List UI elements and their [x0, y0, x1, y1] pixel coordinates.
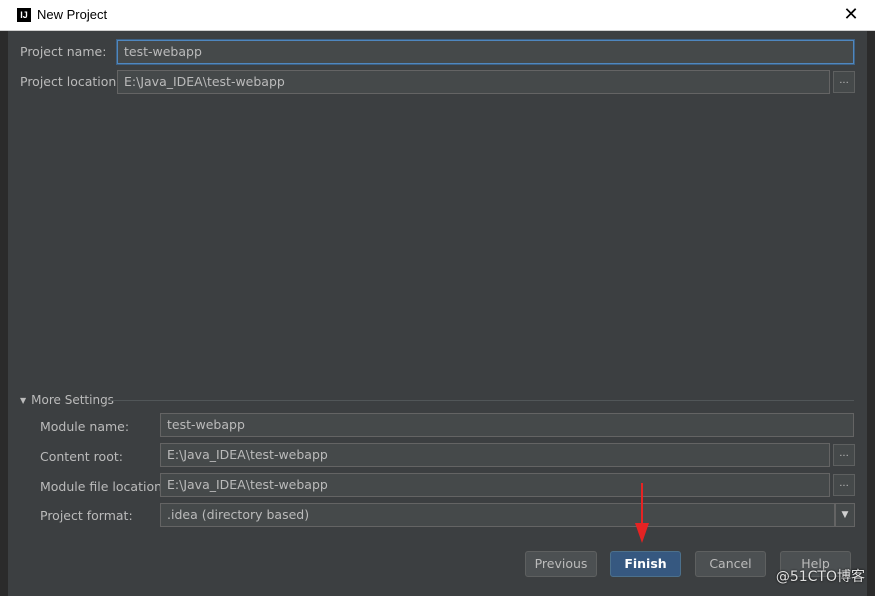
previous-button[interactable]: Previous: [525, 551, 597, 577]
intellij-app-icon: IJ: [17, 8, 31, 22]
triangle-down-icon: ▼: [20, 396, 27, 405]
module-name-label: Module name:: [40, 419, 130, 434]
project-location-label: Project location:: [20, 74, 121, 89]
project-format-label: Project format:: [40, 508, 133, 523]
more-settings-label: More Settings: [31, 393, 114, 407]
module-name-input[interactable]: test-webapp: [160, 413, 854, 437]
module-file-location-label: Module file location:: [40, 479, 167, 494]
project-location-input[interactable]: E:\Java_IDEA\test-webapp: [117, 70, 830, 94]
red-arrow-annotation-icon: [635, 483, 649, 543]
project-format-select[interactable]: .idea (directory based): [160, 503, 835, 527]
window-title: New Project: [37, 7, 108, 22]
cancel-button[interactable]: Cancel: [695, 551, 766, 577]
finish-button[interactable]: Finish: [610, 551, 681, 577]
project-name-input[interactable]: test-webapp: [117, 40, 854, 64]
watermark: @51CTO博客: [775, 569, 865, 585]
project-location-browse-button[interactable]: ...: [833, 71, 855, 93]
section-divider: [108, 400, 854, 401]
close-icon[interactable]: ✕: [841, 4, 861, 26]
content-root-label: Content root:: [40, 449, 123, 464]
title-bar: IJ New Project ✕: [0, 0, 875, 31]
chevron-down-icon[interactable]: ▼: [835, 503, 855, 527]
content-root-input[interactable]: E:\Java_IDEA\test-webapp: [160, 443, 830, 467]
more-settings-toggle[interactable]: ▼ More Settings: [20, 393, 114, 407]
module-file-location-input[interactable]: E:\Java_IDEA\test-webapp: [160, 473, 830, 497]
module-file-location-browse-button[interactable]: ...: [833, 474, 855, 496]
content-root-browse-button[interactable]: ...: [833, 444, 855, 466]
project-name-label: Project name:: [20, 44, 107, 59]
